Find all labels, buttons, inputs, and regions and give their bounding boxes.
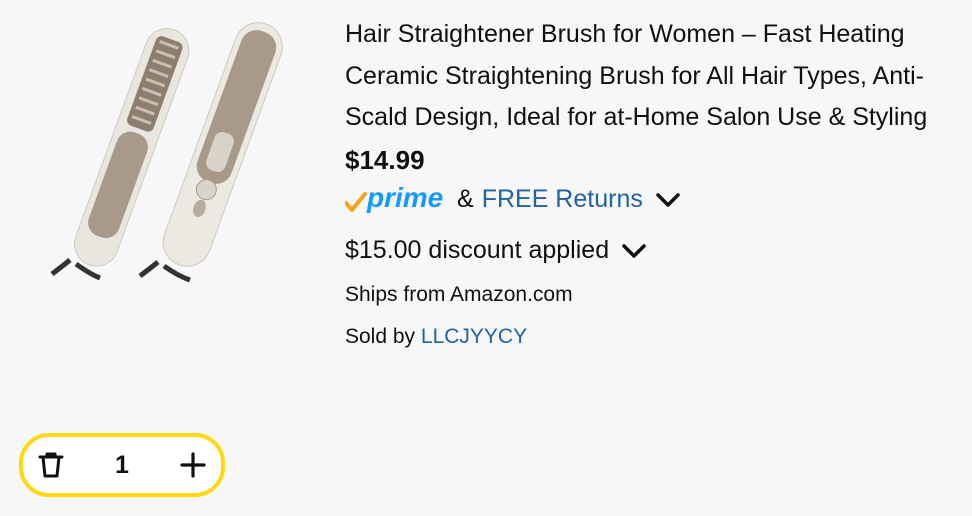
prime-logo: prime (345, 183, 449, 217)
hair-straightener-brush-image (50, 22, 283, 283)
prime-check-icon: prime (345, 183, 443, 213)
sold-by: Sold by LLCJYYCY (345, 322, 965, 352)
product-title[interactable]: Hair Straightener Brush for Women – Fast… (345, 14, 965, 139)
chevron-down-icon (622, 243, 646, 258)
discount-chevron[interactable] (621, 242, 647, 260)
increase-quantity-button[interactable] (165, 437, 221, 493)
plus-icon (180, 452, 206, 478)
quantity-stepper: 1 (19, 433, 225, 497)
seller-link[interactable]: LLCJYYCY (421, 325, 527, 348)
ships-from: Ships from Amazon.com (345, 282, 573, 306)
trash-icon (38, 452, 64, 478)
sold-by-label: Sold by (345, 324, 416, 348)
quantity-value: 1 (115, 450, 129, 479)
product-image[interactable] (30, 12, 308, 284)
delete-button[interactable] (23, 437, 79, 493)
prime-delivery-row: prime & FREE Returns (345, 183, 965, 217)
prime-ampersand: & (457, 185, 474, 213)
product-price: $14.99 (345, 144, 425, 175)
free-returns-link[interactable]: FREE Returns (482, 185, 643, 214)
prime-wordmark: prime (366, 183, 443, 213)
chevron-down-icon (656, 192, 680, 207)
discount-text[interactable]: $15.00 discount applied (345, 236, 609, 265)
free-returns-chevron[interactable] (655, 191, 681, 209)
discount-row[interactable]: $15.00 discount applied (345, 234, 965, 268)
product-details: Hair Straightener Brush for Women – Fast… (345, 14, 965, 352)
